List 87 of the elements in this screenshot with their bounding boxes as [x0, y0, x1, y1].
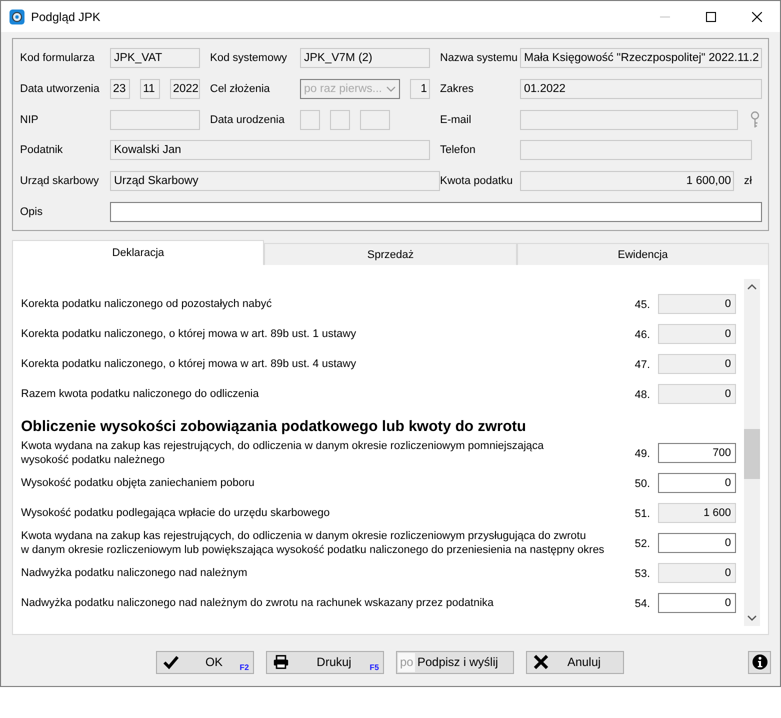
field-label: Nazwa systemu: [440, 52, 519, 64]
input-field[interactable]: 1: [410, 78, 430, 99]
field-label: Nadwyżka podatku naliczonego nad należnym do zwrotu na rachunek wskazany przez podatnika: [21, 596, 495, 610]
input-field[interactable]: [520, 140, 752, 160]
input-field[interactable]: 01.2022: [520, 78, 762, 99]
key-icon[interactable]: [750, 110, 760, 129]
field-label: Data urodzenia: [210, 114, 286, 126]
input-field[interactable]: 0: [658, 384, 736, 404]
input-field[interactable]: 11: [140, 78, 160, 99]
field-label: Data utworzenia: [20, 82, 100, 95]
input-field[interactable]: Kowalski Jan: [110, 140, 430, 160]
field-label: Nadwyżka podatku naliczonego nad należnym: [21, 566, 248, 580]
field-number: 48.: [634, 389, 650, 401]
field-label: Kod systemowy: [210, 52, 288, 64]
input-field[interactable]: 0: [658, 354, 736, 374]
field-label: Podatnik: [20, 144, 64, 156]
input-field[interactable]: 700: [658, 443, 736, 463]
close-icon[interactable]: [752, 12, 762, 22]
info-icon: [752, 654, 768, 670]
input-field[interactable]: 0: [658, 324, 736, 344]
print-button[interactable]: Drukuj F5: [266, 650, 384, 674]
field-number: 54.: [634, 598, 650, 610]
field-label: Telefon: [440, 144, 476, 156]
input-field[interactable]: JPK_V7M (2): [300, 48, 430, 68]
input-field[interactable]: 0: [658, 473, 736, 493]
shortcut-hint: F5: [370, 662, 379, 672]
input-field[interactable]: 0: [658, 593, 736, 613]
field-label: Kwota podatku: [440, 174, 514, 187]
field-number: 47.: [634, 359, 650, 371]
input-field[interactable]: [330, 110, 350, 130]
field-number: 45.: [634, 299, 650, 311]
maximize-icon[interactable]: [706, 12, 716, 22]
field-label: Wysokość podatku podlegająca wpłacie do urzędu skarbowego: [21, 506, 331, 520]
field-number: 53.: [634, 568, 650, 580]
field-number: 50.: [634, 478, 650, 490]
input-field[interactable]: Urząd Skarbowy: [110, 170, 440, 191]
input-field[interactable]: [300, 110, 320, 130]
field-label: Kwota wydana na zakup kas rejestrujących, do odliczenia w danym okresie rozliczeniowym pomniejszająca wysokość podatku należnego: [21, 439, 545, 467]
cross-icon: [533, 654, 549, 670]
input-field[interactable]: 2022: [170, 78, 200, 99]
tab[interactable]: Sprzedaż: [264, 243, 517, 265]
input-field[interactable]: 1 600,00: [520, 170, 734, 191]
checkmark-icon: [163, 654, 179, 670]
window-title: Podgląd JPK: [31, 10, 100, 24]
section-heading: Obliczenie wysokości zobowiązania podatkowego lub kwoty do zwrotu: [21, 417, 528, 437]
input-field[interactable]: 0: [658, 533, 736, 553]
field-label: Opis: [20, 206, 44, 218]
field-number: 46.: [634, 329, 650, 341]
badge-icon: po: [398, 652, 416, 672]
input-field[interactable]: [110, 202, 762, 222]
field-label: Wysokość podatku objęta zaniechaniem poboru: [21, 476, 256, 490]
sign-send-button[interactable]: po Podpisz i wyślij: [396, 650, 514, 674]
field-label: Zakres: [440, 82, 475, 95]
scrollbar-thumb[interactable]: [744, 429, 760, 479]
tab[interactable]: Ewidencja: [516, 243, 769, 265]
input-field[interactable]: JPK_VAT: [110, 48, 200, 68]
field-number: 51.: [634, 508, 650, 520]
cancel-button[interactable]: Anuluj: [526, 650, 624, 674]
field-label: Korekta podatku naliczonego, o której mowa w art. 89b ust. 4 ustawy: [21, 357, 358, 371]
input-field[interactable]: [520, 110, 738, 130]
scroll-up-icon[interactable]: [747, 284, 757, 290]
field-label: Korekta podatku naliczonego, o której mowa w art. 89b ust. 1 ustawy: [21, 327, 358, 341]
field-label: Kod formularza: [20, 52, 96, 64]
field-number: 52.: [634, 538, 650, 550]
input-field[interactable]: 1 600: [658, 503, 736, 523]
field-label: E-mail: [440, 114, 472, 126]
scroll-down-icon[interactable]: [747, 615, 757, 621]
scrollbar[interactable]: [744, 279, 760, 626]
field-label: Korekta podatku naliczonego od pozostałych nabyć: [21, 297, 273, 311]
input-field[interactable]: 0: [658, 294, 736, 314]
info-button[interactable]: [748, 650, 771, 674]
field-number: 49.: [634, 448, 650, 460]
ok-button[interactable]: OK F2: [156, 650, 254, 674]
input-field[interactable]: 23: [110, 78, 130, 99]
input-field[interactable]: 0: [658, 563, 736, 583]
field-label: Razem kwota podatku naliczonego do odliczenia: [21, 387, 260, 401]
input-field[interactable]: Mała Księgowość "Rzeczpospolitej" 2022.11.2: [520, 48, 762, 68]
shortcut-hint: F2: [240, 662, 249, 672]
tab[interactable]: Deklaracja: [12, 240, 264, 265]
field-label: Cel złożenia: [210, 82, 271, 95]
printer-icon: [273, 654, 289, 670]
unit-label: zł: [744, 174, 752, 187]
input-field[interactable]: [360, 110, 390, 130]
input-field[interactable]: [110, 110, 200, 130]
field-label: NIP: [20, 114, 40, 126]
field-label: Kwota wydana na zakup kas rejestrujących, do odliczenia w danym okresie rozliczeniowym przysługująca do zwrotu w danym okresie rozliczeniowym lub powiększająca wysokość podatku naliczonego do przeniesienia na następny okres: [21, 529, 606, 557]
field-label: Urząd skarbowy: [20, 174, 100, 187]
